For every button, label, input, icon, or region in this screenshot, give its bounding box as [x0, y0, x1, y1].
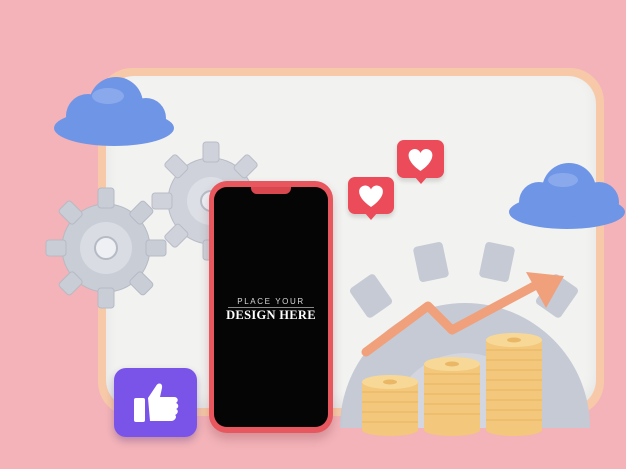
- thumbs-up-icon: [134, 383, 179, 422]
- placeholder-line-2: DESIGN HERE: [226, 308, 316, 322]
- phone-notch: [251, 187, 291, 194]
- like-badge: [114, 368, 197, 437]
- heart-badge: [397, 140, 444, 178]
- coin-stack-icon: [486, 333, 542, 436]
- coin-stack-icon: [424, 357, 480, 436]
- phone-screen: PLACE YOUR DESIGN HERE: [214, 187, 328, 427]
- heart-badge-tail: [364, 212, 378, 220]
- cloud-icon: [54, 77, 174, 146]
- heart-badge-tail: [414, 176, 428, 184]
- mockup-scene: PLACE YOUR DESIGN HERE: [0, 0, 626, 469]
- smartphone: PLACE YOUR DESIGN HERE: [209, 181, 333, 433]
- heart-badge: [348, 177, 394, 214]
- placeholder-line-1: PLACE YOUR: [237, 297, 305, 306]
- heart-icon: [359, 185, 383, 207]
- heart-icon: [408, 149, 433, 171]
- cloud-icon: [509, 163, 625, 229]
- coin-stack-icon: [362, 375, 418, 436]
